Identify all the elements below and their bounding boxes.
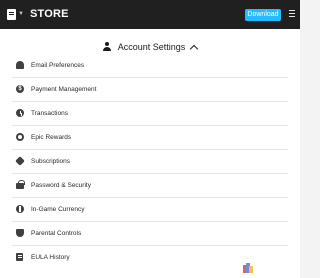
account-settings-panel: Account Settings Email Preferences $ Pay… xyxy=(0,29,300,278)
menu-item-label: In-Game Currency xyxy=(31,206,85,213)
menu-item-label: Subscriptions xyxy=(31,158,71,165)
bell-icon xyxy=(16,61,24,69)
download-button[interactable]: Download xyxy=(245,9,281,21)
hamburger-menu-icon[interactable] xyxy=(289,10,295,18)
account-settings-title: Account Settings xyxy=(117,42,186,52)
menu-item-subscriptions[interactable]: Subscriptions xyxy=(12,150,288,174)
chevron-down-icon[interactable]: ▼ xyxy=(18,11,24,17)
rewards-icon xyxy=(16,133,24,141)
menu-item-epic-rewards[interactable]: Epic Rewards xyxy=(12,126,288,150)
menu-item-label: Epic Rewards xyxy=(31,134,72,141)
menu-item-email-preferences[interactable]: Email Preferences xyxy=(12,54,288,78)
menu-item-parental-controls[interactable]: Parental Controls xyxy=(12,222,288,246)
menu-item-payment-management[interactable]: $ Payment Management xyxy=(12,78,288,102)
menu-item-in-game-currency[interactable]: In-Game Currency xyxy=(12,198,288,222)
menu-item-label: Email Preferences xyxy=(31,62,85,69)
app-widget-icon[interactable] xyxy=(243,263,253,273)
top-nav-bar: ▼ STORE Download xyxy=(0,0,300,29)
person-icon xyxy=(103,42,112,52)
clock-icon xyxy=(16,109,24,117)
document-icon xyxy=(16,253,23,261)
menu-item-label: Password & Security xyxy=(31,182,91,189)
menu-item-transactions[interactable]: Transactions xyxy=(12,102,288,126)
chevron-up-icon xyxy=(190,44,199,53)
menu-item-label: Transactions xyxy=(31,110,68,117)
dollar-icon: $ xyxy=(16,85,24,93)
subscriptions-icon xyxy=(15,156,25,166)
shield-icon xyxy=(16,229,24,237)
coin-icon xyxy=(16,205,24,213)
lock-icon xyxy=(16,180,25,189)
epic-games-logo-icon[interactable] xyxy=(7,9,16,20)
menu-item-label: Parental Controls xyxy=(31,230,82,237)
store-title[interactable]: STORE xyxy=(30,8,69,21)
menu-item-label: Payment Management xyxy=(31,86,97,93)
menu-item-password-security[interactable]: Password & Security xyxy=(12,174,288,198)
menu-item-label: EULA History xyxy=(31,254,70,261)
